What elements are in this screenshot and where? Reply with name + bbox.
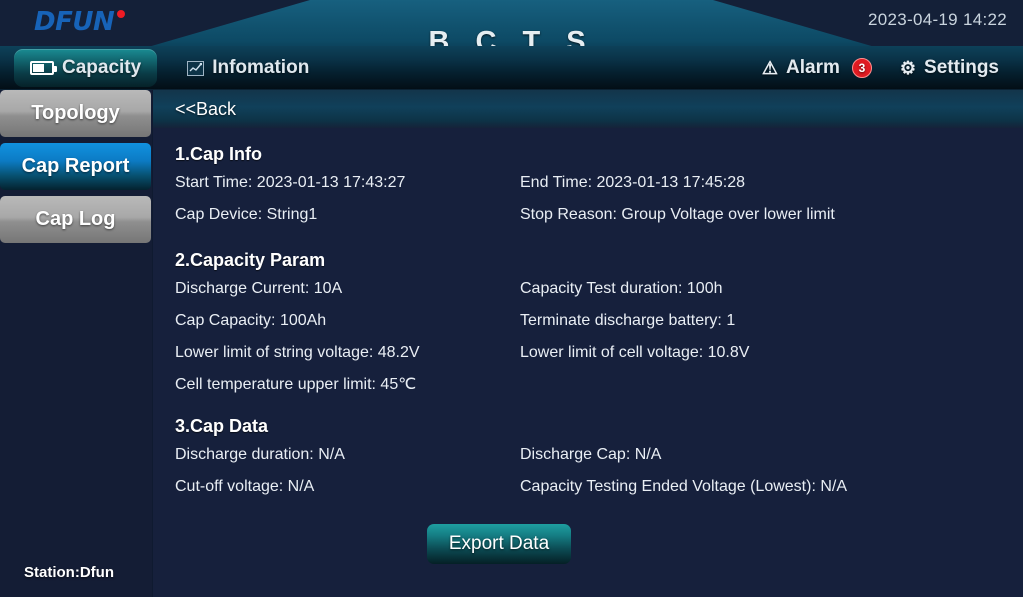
battery-icon [30,61,57,75]
logo-dot-icon [117,10,125,18]
field-start-time: Start Time: 2023-01-13 17:43:27 [175,174,406,191]
back-bar: <<Back [153,90,1023,128]
navbar-right-group: ⚠ Alarm 3 ⚙ Settings [748,46,1013,90]
field-stop-reason: Stop Reason: Group Voltage over lower li… [520,206,835,223]
field-cap-device: Cap Device: String1 [175,206,318,223]
alarm-label: Alarm [786,57,840,78]
gear-icon: ⚙ [899,58,917,78]
settings-label: Settings [924,57,999,78]
field-cell-temperature-upper-limit: Cell temperature upper limit: 45℃ [175,376,417,393]
sidebar-item-cap-log[interactable]: Cap Log [0,196,151,243]
field-capacity-param-empty [520,372,1023,398]
field-lower-limit-string-voltage: Lower limit of string voltage: 48.2V [175,344,420,361]
cap-report-panel: 1.Cap Info Start Time: 2023-01-13 17:43:… [153,128,1023,564]
section-title-capacity-param: 2.Capacity Param [175,250,326,270]
back-button[interactable]: <<Back [175,99,236,120]
export-button-row: Export Data [175,524,1023,564]
sidebar-item-topology[interactable]: Topology [0,90,151,137]
sidebar-item-cap-log-label: Cap Log [35,208,116,230]
field-discharge-current: Discharge Current: 10A [175,280,343,297]
main-content: <<Back 1.Cap Info Start Time: 2023-01-13… [153,90,1023,597]
section-title-cap-info: 1.Cap Info [175,144,263,164]
field-cap-capacity: Cap Capacity: 100Ah [175,312,327,329]
field-capacity-test-duration: Capacity Test duration: 100h [520,280,723,297]
export-data-button[interactable]: Export Data [426,524,572,564]
section-capacity-param-fields: Discharge Current: 10A Capacity Test dur… [175,276,1023,398]
field-discharge-cap: Discharge Cap: N/A [520,446,662,463]
header-datetime: 2023-04-19 14:22 [867,10,1007,29]
trend-line-icon [189,63,203,72]
sidebar-item-topology-label: Topology [31,102,120,124]
field-cut-off-voltage: Cut-off voltage: N/A [175,478,315,495]
field-discharge-duration: Discharge duration: N/A [175,446,345,463]
field-terminate-discharge-battery: Terminate discharge battery: 1 [520,312,736,329]
sidebar-item-cap-report-label: Cap Report [21,155,130,177]
app-header: DFUN B C T S 2023-04-19 14:22 [0,0,1023,46]
warning-icon: ⚠ [761,58,779,78]
field-capacity-testing-ended-voltage: Capacity Testing Ended Voltage (Lowest):… [520,478,847,495]
field-end-time: End Time: 2023-01-13 17:45:28 [520,174,746,191]
alarm-count-badge: 3 [851,58,872,78]
section-cap-data-fields: Discharge duration: N/A Discharge Cap: N… [175,442,1023,500]
station-label: Station:Dfun [24,564,114,581]
section-title-cap-data: 3.Cap Data [175,416,269,436]
alarm-button[interactable]: ⚠ Alarm 3 [748,46,886,90]
navbar-left-group: Capacity Infomation [0,46,325,90]
field-lower-limit-cell-voltage: Lower limit of cell voltage: 10.8V [520,344,750,361]
bcts-app-window: DFUN B C T S 2023-04-19 14:22 Capacity I… [0,0,1023,597]
section-cap-info-fields: Start Time: 2023-01-13 17:43:27 End Time… [175,170,1023,228]
main-navbar: Capacity Infomation ⚠ Alarm 3 ⚙ Settings [0,46,1023,90]
tab-capacity-label: Capacity [62,57,142,78]
chart-icon [187,60,205,76]
tab-infomation-label: Infomation [212,57,310,78]
tab-capacity[interactable]: Capacity [14,49,158,87]
tab-infomation[interactable]: Infomation [171,49,325,87]
sidebar-item-cap-report[interactable]: Cap Report [0,143,151,190]
settings-button[interactable]: ⚙ Settings [886,46,1013,90]
sidebar: Topology Cap Report Cap Log Station:Dfun [0,90,153,597]
